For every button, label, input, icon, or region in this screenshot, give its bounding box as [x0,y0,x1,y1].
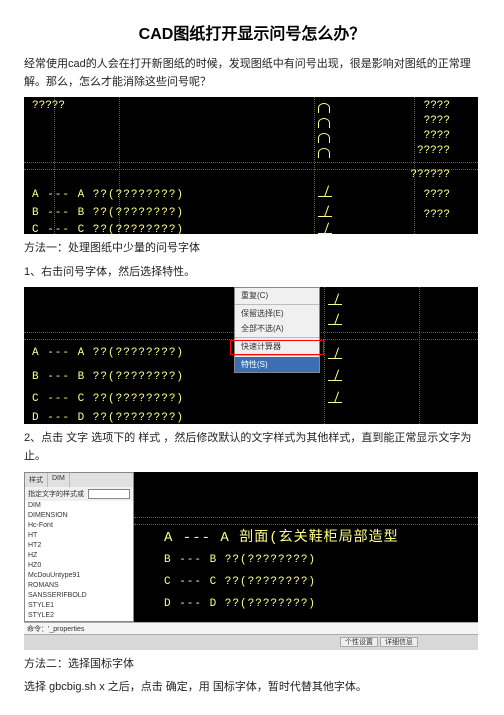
method1-step2: 2、点击 文字 选项下的 样式 ，然后修改默认的文字样式为其他样式，直到能正常显… [24,430,480,465]
font-style-list[interactable]: DIM DIMENSION Hc-Font HT HT2 HZ HZ0 McDo… [25,501,133,621]
slash-mark-icon [328,369,340,381]
method1-step1: 1、右击问号字体，然后选择特性。 [24,264,480,282]
q-text: ???? [424,209,450,221]
q-text: ???? [424,115,450,127]
tab[interactable]: DIM [48,473,70,487]
command-line[interactable]: 命令：'_properties [24,622,478,634]
circle-mark-icon [318,148,330,158]
slash-mark-icon [328,347,340,359]
intro-paragraph: 经常使用cad的人会在打开新图纸的时候，发现图纸中有问号出现，很是影响对图纸的正… [24,56,480,91]
font-item[interactable]: HZ [25,551,133,561]
row-text: C --- C ??(????????) [164,576,316,588]
font-item[interactable]: STYLE1 [25,601,133,611]
row-text: D --- D ??(????????) [164,598,316,610]
cad-screenshot-3: 样式 DIM 指定文字的样式或 DIM DIMENSION Hc-Font HT… [24,472,478,650]
font-item[interactable]: STYLE2 [25,611,133,621]
row-text: B --- B ??(????????) [32,207,184,219]
q-text: ?????? [410,169,450,181]
cad-screenshot-1: ???? ???? ???? ????? ?????? ???? ???? A … [24,97,478,234]
menu-item-properties[interactable]: 特性(S) [235,357,319,372]
row-text: B --- B ??(????????) [164,554,316,566]
slash-mark-icon [318,185,330,197]
row-text: D --- D ??(????????) [32,412,184,424]
font-item[interactable]: ROMANS [25,581,133,591]
slash-mark-icon [318,205,330,217]
font-item[interactable]: DIM [25,501,133,511]
circle-mark-icon [318,103,330,113]
highlight-box [230,340,324,355]
font-item[interactable]: HT [25,531,133,541]
row-text: B --- B ??(????????) [32,371,184,383]
menu-item[interactable]: 重复(C) [235,288,319,303]
slash-mark-icon [328,313,340,325]
slash-mark-icon [318,222,330,234]
row-text-resolved: A --- A 剖面(玄关鞋柜局部造型 [164,526,399,546]
toolbar-button[interactable]: 个性设置 [340,637,378,647]
q-text: ????? [32,100,65,112]
row-text: A --- A ??(????????) [32,189,184,201]
tab[interactable]: 样式 [25,473,48,487]
panel-label-row: 指定文字的样式或 [25,487,133,501]
method2-step: 选择 gbcbig.sh x 之后，点击 确定，用 国标字体，暂时代替其他字体。 [24,679,480,697]
panel-label: 指定文字的样式或 [28,489,84,499]
font-item[interactable]: SANSSERIFBOLD [25,591,133,601]
circle-mark-icon [318,133,330,143]
font-item[interactable]: HT2 [25,541,133,551]
cad-screenshot-2: 重复(C) 保留选择(E) 全部不选(A) 快速计算器 特性(S) A --- … [24,287,478,424]
method1-heading: 方法一：处理图纸中少量的问号字体 [24,240,480,258]
row-text: A --- A ??(????????) [32,347,184,359]
page-title: CAD图纸打开显示问号怎么办？ [24,20,480,44]
toolbar-button[interactable]: 详细信息 [380,637,418,647]
text-style-panel[interactable]: 样式 DIM 指定文字的样式或 DIM DIMENSION Hc-Font HT… [24,472,134,622]
slash-mark-icon [328,391,340,403]
slash-mark-icon [328,293,340,305]
method2-heading: 方法二：选择国标字体 [24,656,480,674]
row-text: C --- C ??(????????) [32,393,184,405]
row-text: C --- C ??(????????) [32,224,184,236]
font-item[interactable]: McDouUntype91 [25,571,133,581]
q-text: ???? [424,130,450,142]
circle-mark-icon [318,118,330,128]
q-text: ????? [417,145,450,157]
font-item[interactable]: Hc-Font [25,521,133,531]
context-menu[interactable]: 重复(C) 保留选择(E) 全部不选(A) 快速计算器 特性(S) [234,287,320,373]
font-item[interactable]: HZ0 [25,561,133,571]
q-text: ???? [424,100,450,112]
bottom-toolbar: 个性设置 详细信息 [24,634,478,650]
font-item[interactable]: DIMENSION [25,511,133,521]
menu-item[interactable]: 全部不选(A) [235,321,319,336]
style-input[interactable] [88,489,130,499]
menu-item[interactable]: 保留选择(E) [235,306,319,321]
panel-tabs[interactable]: 样式 DIM [25,473,133,487]
q-text: ???? [424,189,450,201]
